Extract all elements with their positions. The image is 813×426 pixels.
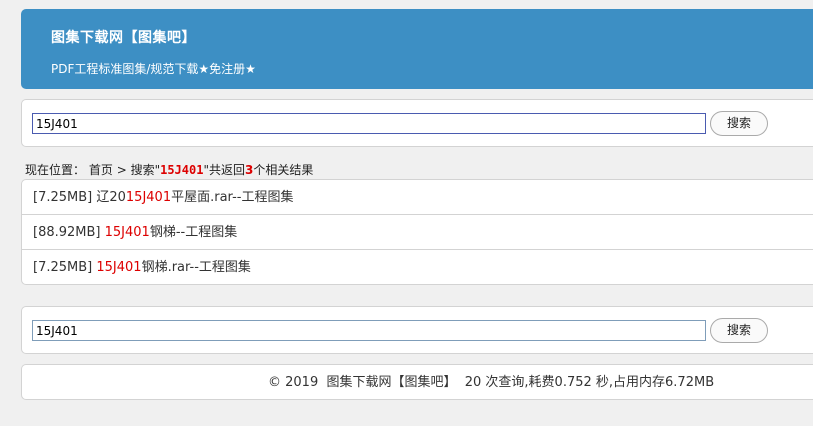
breadcrumb-separator: > bbox=[116, 163, 131, 177]
result-item[interactable]: [7.25MB] 15J401钢梯.rar--工程图集 bbox=[22, 250, 813, 285]
breadcrumb: 现在位置： 首页 > 搜索"15J401"共返回3个相关结果 bbox=[25, 161, 313, 178]
result-prefix: [7.25MB] bbox=[33, 260, 97, 275]
search-button-bottom[interactable]: 搜索 bbox=[710, 318, 768, 343]
search-input-top[interactable] bbox=[32, 113, 706, 134]
result-suffix: 平屋面.rar--工程图集 bbox=[171, 190, 294, 205]
search-bar-bottom: 搜索 bbox=[21, 306, 813, 354]
site-header: 图集下载网【图集吧】 PDF工程标准图集/规范下载★免注册★ bbox=[21, 9, 813, 89]
result-keyword: 15J401 bbox=[104, 225, 150, 240]
result-prefix: [7.25MB] 辽20 bbox=[33, 190, 126, 205]
breadcrumb-mid: "共返回 bbox=[203, 163, 245, 177]
search-bar-top: 搜索 bbox=[21, 99, 813, 147]
breadcrumb-suffix: 个相关结果 bbox=[253, 163, 314, 177]
result-suffix: 钢梯.rar--工程图集 bbox=[141, 260, 251, 275]
result-prefix: [88.92MB] bbox=[33, 225, 105, 240]
footer-text: © 2019 图集下载网【图集吧】 20 次查询,耗费0.752 秒,占用内存6… bbox=[268, 375, 715, 390]
site-subtitle: PDF工程标准图集/规范下载★免注册★ bbox=[51, 62, 256, 76]
breadcrumb-home-link[interactable]: 首页 bbox=[89, 163, 113, 177]
result-suffix: 钢梯--工程图集 bbox=[149, 225, 238, 240]
breadcrumb-keyword: 15J401 bbox=[160, 163, 204, 177]
result-item[interactable]: [88.92MB] 15J401钢梯--工程图集 bbox=[22, 215, 813, 250]
result-keyword: 15J401 bbox=[125, 190, 172, 205]
search-button-top[interactable]: 搜索 bbox=[710, 111, 768, 136]
footer: © 2019 图集下载网【图集吧】 20 次查询,耗费0.752 秒,占用内存6… bbox=[21, 364, 813, 400]
search-input-bottom[interactable] bbox=[32, 320, 706, 341]
result-item[interactable]: [7.25MB] 辽2015J401平屋面.rar--工程图集 bbox=[22, 180, 813, 215]
site-title[interactable]: 图集下载网【图集吧】 bbox=[51, 27, 196, 47]
breadcrumb-prefix: 现在位置： bbox=[25, 163, 86, 177]
breadcrumb-search-label: 搜索" bbox=[130, 163, 161, 177]
result-keyword: 15J401 bbox=[96, 260, 142, 275]
results-list: [7.25MB] 辽2015J401平屋面.rar--工程图集 [88.92MB… bbox=[21, 179, 813, 285]
